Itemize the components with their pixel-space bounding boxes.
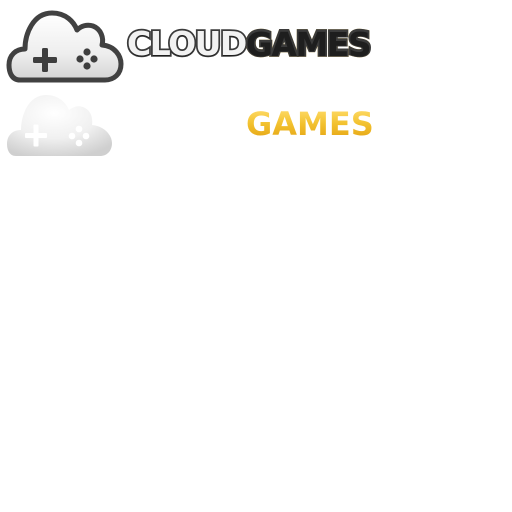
games-wordmark: GAMES (246, 105, 374, 143)
wordmark-cloud-text: CLOUD (125, 24, 249, 63)
cloudgames-wordmark: CLOUDGAMES (125, 24, 373, 63)
wordmark-games-text: GAMES (244, 24, 373, 63)
sprite-sheet: CLOUDGAMES GAMES (0, 0, 512, 512)
cloud-gamepad-icon-soft (7, 95, 112, 156)
cloud-gamepad-icon (6, 10, 124, 83)
